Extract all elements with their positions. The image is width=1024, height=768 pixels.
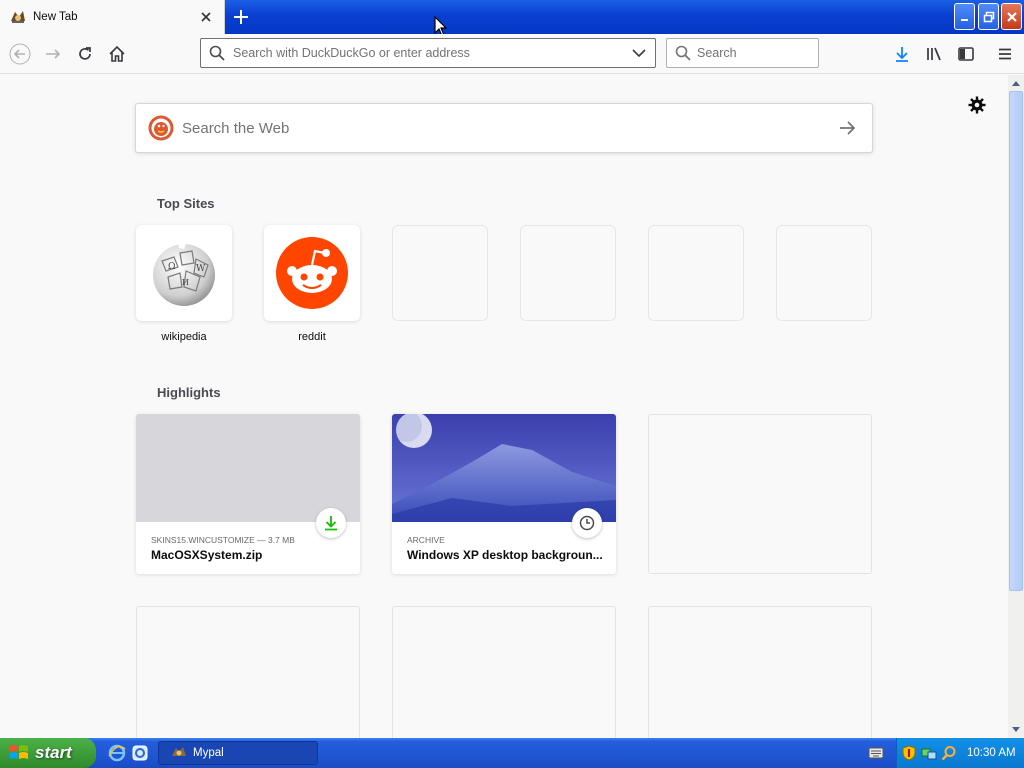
start-label: start: [35, 743, 72, 762]
close-window-button[interactable]: [1001, 3, 1022, 30]
mypal-favicon-icon: [11, 11, 25, 23]
tab-new-tab[interactable]: New Tab: [0, 0, 225, 34]
tab-title: New Tab: [33, 11, 78, 23]
top-site-empty: [776, 225, 872, 321]
home-icon: [109, 45, 125, 62]
arrow-right-icon: [840, 121, 856, 135]
highlight-card-empty: [136, 606, 360, 738]
svg-text:И: И: [182, 278, 189, 287]
highlight-card-empty: [648, 606, 872, 738]
search-input[interactable]: [697, 46, 807, 60]
plus-icon: [234, 10, 248, 24]
highlight-thumbnail: [392, 414, 616, 522]
search-submit-button[interactable]: [836, 117, 858, 139]
web-search-input[interactable]: [182, 119, 836, 137]
magnifier-icon[interactable]: [941, 745, 957, 761]
address-bar[interactable]: [200, 38, 656, 68]
system-tray: 10:30 AM: [896, 738, 1024, 768]
download-arrow-icon: [896, 47, 908, 62]
svg-text:Ω: Ω: [168, 262, 175, 272]
forward-button[interactable]: [41, 42, 65, 66]
new-tab-button[interactable]: [230, 6, 252, 28]
top-site-empty: [648, 225, 744, 321]
scrollbar-thumb[interactable]: [1009, 91, 1023, 591]
windows-logo-icon: [10, 745, 28, 759]
forward-arrow-icon: [46, 49, 61, 59]
menu-button[interactable]: [993, 42, 1017, 66]
highlight-card-empty: [648, 414, 872, 574]
highlight-card-empty: [392, 606, 616, 738]
home-button[interactable]: [105, 42, 129, 66]
start-button[interactable]: start: [0, 738, 96, 768]
top-site-label: reddit: [298, 331, 326, 343]
navigation-toolbar: [0, 34, 1024, 74]
restore-icon: [983, 11, 994, 22]
taskbar-item-mypal[interactable]: Mypal: [158, 741, 318, 765]
web-search-box[interactable]: [135, 103, 873, 153]
reload-button[interactable]: [73, 42, 97, 66]
search-icon: [209, 45, 225, 61]
top-site-empty: [392, 225, 488, 321]
top-sites-heading: Top Sites: [157, 196, 215, 211]
top-site-label: wikipedia: [161, 331, 207, 343]
sidebar-button[interactable]: [954, 42, 978, 66]
scroll-down-arrow-icon: [1012, 727, 1020, 732]
duckduckgo-logo-icon: [148, 115, 174, 141]
show-desktop-icon[interactable]: [131, 744, 149, 762]
highlights-heading: Highlights: [157, 385, 221, 400]
scroll-down-button[interactable]: [1008, 722, 1024, 738]
clock: 10:30 AM: [967, 747, 1016, 759]
history-badge: [572, 508, 602, 538]
library-button[interactable]: [922, 42, 946, 66]
restore-button[interactable]: [978, 3, 999, 30]
taskbar: start Mypal 10:30 AM: [0, 738, 1024, 768]
minimize-icon: [960, 18, 968, 21]
top-site-empty: [520, 225, 616, 321]
vertical-scrollbar[interactable]: [1008, 75, 1024, 738]
security-shield-icon[interactable]: [901, 745, 917, 761]
highlight-card[interactable]: SKINS15.WINCUSTOMIZE — 3.7 MB MacOSXSyst…: [136, 414, 360, 574]
new-tab-page: Top Sites Ω W И wikipedia: [0, 75, 1008, 738]
svg-text:W: W: [196, 264, 206, 274]
clock-icon: [579, 515, 595, 531]
download-icon: [325, 516, 337, 531]
address-input[interactable]: [233, 46, 631, 60]
taskbar-item-label: Mypal: [193, 747, 224, 759]
highlight-card[interactable]: ARCHIVE Windows XP desktop backgroun...: [392, 414, 616, 574]
search-icon: [675, 45, 691, 61]
close-tab-icon[interactable]: [198, 9, 214, 25]
settings-gear-icon[interactable]: [967, 95, 987, 115]
close-icon: [1006, 11, 1017, 22]
search-bar[interactable]: [666, 38, 819, 68]
reload-icon: [79, 47, 91, 60]
minimize-button[interactable]: [954, 3, 975, 30]
reddit-alien-icon: [276, 237, 348, 309]
download-badge: [316, 508, 346, 538]
top-site-reddit[interactable]: [264, 225, 360, 321]
scroll-up-arrow-icon: [1012, 81, 1020, 86]
internet-explorer-icon[interactable]: [108, 744, 126, 762]
top-site-wikipedia[interactable]: Ω W И: [136, 225, 232, 321]
chevron-down-icon[interactable]: [631, 45, 647, 61]
hamburger-menu-icon: [999, 48, 1011, 60]
keyboard-language-icon[interactable]: [868, 746, 884, 760]
wikipedia-globe-icon: Ω W И: [153, 241, 215, 306]
downloads-button[interactable]: [890, 42, 914, 66]
back-button[interactable]: [8, 42, 32, 66]
network-icon[interactable]: [921, 745, 937, 761]
highlight-thumbnail: [136, 414, 360, 522]
mypal-app-icon: [172, 747, 186, 756]
title-bar: New Tab: [0, 0, 1024, 37]
highlight-context: SKINS15.WINCUSTOMIZE — 3.7 MB: [151, 535, 295, 545]
sidebar-icon: [958, 47, 974, 61]
scroll-up-button[interactable]: [1008, 75, 1024, 91]
library-icon: [927, 47, 941, 61]
back-arrow-icon: [9, 43, 31, 65]
highlight-title: MacOSXSystem.zip: [151, 548, 263, 562]
highlight-title: Windows XP desktop backgroun...: [407, 548, 603, 562]
highlight-context: ARCHIVE: [407, 535, 445, 545]
